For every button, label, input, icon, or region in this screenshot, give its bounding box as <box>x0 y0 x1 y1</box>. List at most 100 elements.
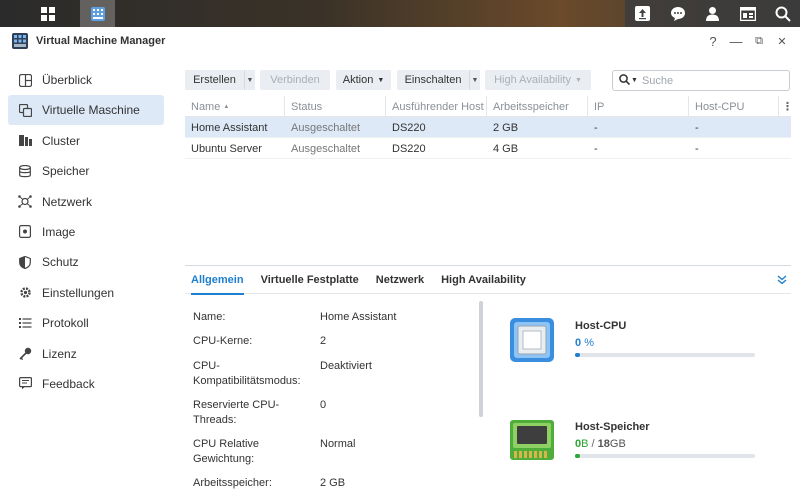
key-icon <box>18 347 32 361</box>
column-header-ip[interactable]: IP <box>588 96 689 117</box>
cell-name: Home Assistant <box>191 121 268 134</box>
prop-value-cpu-compat: Deaktiviert <box>320 360 372 372</box>
upload-icon[interactable] <box>625 0 660 27</box>
table-row[interactable]: Ubuntu Server Ausgeschaltet DS220 4 GB -… <box>185 138 791 159</box>
column-options-icon[interactable]: ⋮ <box>779 96 793 117</box>
sidebar-item-virtual-machine[interactable]: Virtuelle Maschine <box>8 95 164 126</box>
taskbar-tray <box>625 0 800 27</box>
window-title: Virtual Machine Manager <box>36 35 166 47</box>
host-memory-title: Host-Speicher <box>575 421 650 433</box>
power-on-button[interactable]: Einschalten <box>397 70 469 90</box>
collapse-panel-icon[interactable] <box>777 274 787 288</box>
cluster-icon <box>18 134 32 148</box>
sort-ascending-icon: ▲ <box>223 103 230 110</box>
sidebar-item-protection[interactable]: Schutz <box>8 247 164 277</box>
host-memory-usage-fill <box>575 454 581 458</box>
column-header-name[interactable]: Name ▲ <box>185 96 285 117</box>
sidebar-item-feedback[interactable]: Feedback <box>8 369 164 399</box>
create-dropdown-caret[interactable]: ▼ <box>244 70 255 90</box>
prop-label-cpu-cores: CPU-Kerne: <box>193 335 253 347</box>
virtual-machine-icon <box>18 103 32 117</box>
cell-ip: - <box>594 142 598 155</box>
prop-value-reserved-threads: 0 <box>320 399 327 411</box>
create-button[interactable]: Erstellen <box>185 70 244 90</box>
table-row[interactable]: Home Assistant Ausgeschaltet DS220 2 GB … <box>185 117 791 138</box>
sidebar-item-settings[interactable]: Einstellungen <box>8 278 164 308</box>
prop-label-name: Name: <box>193 311 226 323</box>
search-icon[interactable] <box>765 0 800 27</box>
prop-value-cpu-weight: Normal <box>320 438 356 450</box>
connect-button[interactable]: Verbinden <box>260 70 330 90</box>
power-on-dropdown-caret[interactable]: ▼ <box>469 70 480 90</box>
high-availability-label: High Availability <box>494 74 571 86</box>
tab-network[interactable]: Netzwerk <box>376 266 424 294</box>
cell-host-cpu: - <box>695 142 699 155</box>
column-header-status[interactable]: Status <box>285 96 386 117</box>
sidebar-item-label: Überblick <box>42 73 93 87</box>
sidebar-item-network[interactable]: Netzwerk <box>8 187 164 217</box>
vmm-window: Virtual Machine Manager ? — ⧉ ✕ Überblic… <box>0 27 800 502</box>
sidebar-item-cluster[interactable]: Cluster <box>8 126 164 156</box>
storage-icon <box>18 164 32 178</box>
memory-chip-icon <box>510 418 554 462</box>
sidebar-item-log[interactable]: Protokoll <box>8 308 164 338</box>
widgets-icon[interactable] <box>730 0 765 27</box>
prop-label-cpu-weight: CPU Relative Gewichtung: <box>193 438 260 465</box>
table-header: Name ▲ Status Ausführender Host Arbeitss… <box>185 96 793 117</box>
column-header-host-cpu[interactable]: Host-CPU <box>689 96 779 117</box>
column-header-memory[interactable]: Arbeitsspeicher <box>487 96 588 117</box>
shield-icon <box>18 255 32 269</box>
close-button[interactable]: ✕ <box>774 33 790 49</box>
search-input[interactable]: ▼ Suche <box>612 70 790 91</box>
high-availability-button[interactable]: High Availability ▼ <box>485 70 591 90</box>
tab-virtual-disk[interactable]: Virtuelle Festplatte <box>261 266 359 294</box>
sidebar-item-label: Virtuelle Maschine <box>42 103 140 118</box>
sidebar-item-label: Lizenz <box>42 346 77 361</box>
user-icon[interactable] <box>695 0 730 27</box>
host-memory-value: 0B / 18GB <box>575 438 626 450</box>
vmm-app-icon[interactable] <box>80 0 115 27</box>
minimize-button[interactable]: — <box>728 33 744 49</box>
desktop-taskbar <box>0 0 800 27</box>
chat-icon[interactable] <box>660 0 695 27</box>
tab-high-availability[interactable]: High Availability <box>441 266 526 294</box>
column-header-host[interactable]: Ausführender Host <box>386 96 487 117</box>
prop-label-reserved-threads: Reservierte CPU-Threads: <box>193 399 280 426</box>
sidebar-item-license[interactable]: Lizenz <box>8 339 164 369</box>
cell-ip: - <box>594 121 598 134</box>
search-icon <box>619 73 631 88</box>
maximize-button[interactable]: ⧉ <box>751 33 767 49</box>
vmm-app-icon <box>12 33 28 49</box>
help-button[interactable]: ? <box>705 33 721 49</box>
tab-general[interactable]: Allgemein <box>191 266 244 295</box>
action-label: Aktion <box>342 74 374 86</box>
chevron-down-icon: ▼ <box>574 76 582 84</box>
prop-value-name: Home Assistant <box>320 311 397 323</box>
feedback-icon <box>18 377 32 391</box>
sidebar-item-label: Netzwerk <box>42 194 93 209</box>
vm-table: Name ▲ Status Ausführender Host Arbeitss… <box>185 96 793 159</box>
main-menu-icon[interactable] <box>30 0 65 27</box>
sidebar-item-label: Feedback <box>42 376 95 391</box>
search-filter-caret[interactable]: ▼ <box>631 77 638 84</box>
sidebar-item-overview[interactable]: Überblick <box>8 65 164 95</box>
sidebar-item-label: Image <box>42 224 76 239</box>
detail-panel: Allgemein Virtuelle Festplatte Netzwerk … <box>185 265 791 502</box>
window-titlebar: Virtual Machine Manager ? — ⧉ ✕ <box>0 27 800 55</box>
toolbar: Erstellen ▼ Verbinden Aktion ▼ Einschalte… <box>185 70 791 91</box>
cell-status: Ausgeschaltet <box>291 121 361 134</box>
properties-scrollbar[interactable] <box>479 301 483 417</box>
sidebar-item-label: Schutz <box>42 255 79 270</box>
cell-host-cpu: - <box>695 121 699 134</box>
prop-value-cpu-cores: 2 <box>320 335 327 347</box>
search-placeholder: Suche <box>641 74 674 87</box>
host-memory-usage-bar <box>575 454 755 458</box>
sidebar-item-image[interactable]: Image <box>8 217 164 247</box>
host-cpu-title: Host-CPU <box>575 320 627 332</box>
action-button[interactable]: Aktion ▼ <box>336 70 391 90</box>
sidebar: Überblick Virtuelle Maschine Cluster Spe… <box>0 65 172 399</box>
cell-memory: 4 GB <box>493 142 519 155</box>
network-icon <box>18 195 32 209</box>
host-cpu-usage-bar <box>575 353 755 357</box>
sidebar-item-storage[interactable]: Speicher <box>8 156 164 186</box>
